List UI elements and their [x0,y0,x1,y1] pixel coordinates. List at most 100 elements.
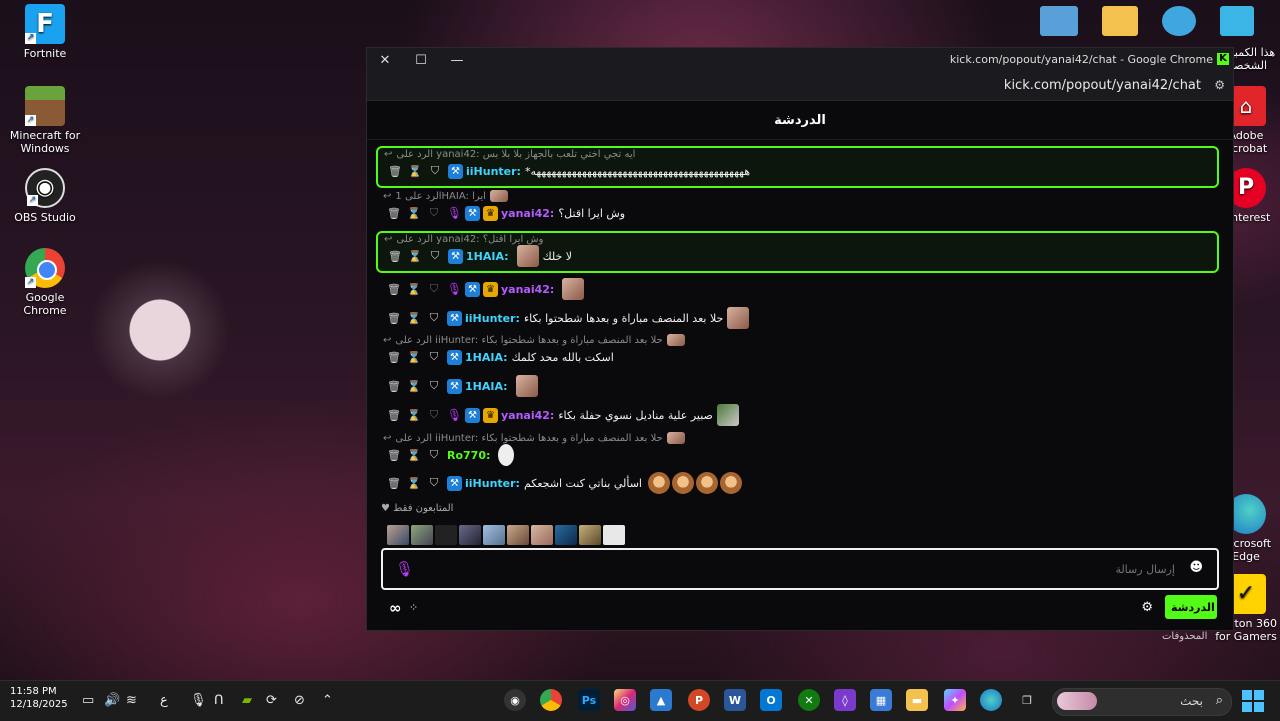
delete-icon[interactable]: 🗑 [387,409,401,422]
ban-icon[interactable]: ⛉ [427,311,441,325]
word-icon[interactable]: W [724,689,746,711]
timeout-icon[interactable]: ⌛ [407,449,421,462]
store-icon[interactable]: ▦ [870,689,892,711]
chat-messages[interactable]: ↩ الرد على yanai42: ايه تجي اختي تلعب بال… [367,140,1233,552]
ban-icon[interactable]: ⛉ [427,408,441,422]
delete-icon[interactable]: 🗑 [387,477,401,490]
desktop-icon-obs[interactable]: ◉ ↗ OBS Studio [5,168,85,224]
powerpoint-icon[interactable]: P [688,689,710,711]
timeout-icon[interactable]: ⌛ [407,207,421,220]
instagram-icon[interactable]: ◎ [614,689,636,711]
avatar[interactable] [411,525,433,545]
ban-icon[interactable]: ⛉ [427,282,441,296]
username[interactable]: iiHunter: [466,165,521,178]
avatar[interactable] [459,525,481,545]
edge-taskbar-icon[interactable] [980,689,1002,711]
delete-icon[interactable]: 🗑 [387,351,401,364]
avatar[interactable] [531,525,553,545]
reply-reference[interactable]: ↩ الرد على yanai42: ايه تجي اختي تلعب بال… [378,148,1217,162]
minimize-button[interactable]: — [439,48,475,72]
timeout-icon[interactable]: ⌛ [407,312,421,325]
username[interactable]: Ro770: [447,449,490,462]
photoshop-icon[interactable]: Ps [578,689,600,711]
chevron-up-icon[interactable]: ⌃ [322,693,333,708]
mic-icon[interactable]: 🎙 [395,560,414,578]
ban-icon[interactable]: ⛉ [428,249,442,263]
avatar[interactable] [435,525,457,545]
delete-icon[interactable]: 🗑 [387,449,401,462]
control-panel-icon[interactable] [1040,6,1078,36]
xbox-icon[interactable]: ✕ [798,689,820,711]
username[interactable]: 1HAIA: [466,250,509,263]
microphone-icon[interactable]: 🎙 [190,693,207,708]
network-icon[interactable] [1162,6,1196,36]
ban-icon[interactable]: ⛉ [427,476,441,490]
delete-icon[interactable]: 🗑 [387,312,401,325]
avatar[interactable] [579,525,601,545]
emoji-icon[interactable]: ☻ [1189,560,1203,575]
nvidia-icon[interactable]: ▰ [242,693,252,708]
clock[interactable]: 11:58 PM 12/18/2025 [10,685,68,711]
volume-icon[interactable]: 🔊 [104,693,120,708]
ban-icon[interactable]: ⛉ [427,206,441,220]
obs-taskbar-icon[interactable]: ◉ [504,689,526,711]
this-pc-icon[interactable] [1220,6,1254,36]
timeout-icon[interactable]: ⌛ [408,165,422,178]
chat-send-button[interactable]: الدردشة [1165,595,1217,619]
maximize-button[interactable]: ☐ [403,48,439,72]
photos-icon[interactable]: ▲ [650,689,672,711]
username[interactable]: yanai42: [501,283,554,296]
url-text[interactable]: kick.com/popout/yanai42/chat [1004,78,1201,93]
username[interactable]: 1HAIA: [465,351,508,364]
battery-icon[interactable]: ▭ [82,693,94,708]
username[interactable]: iiHunter: [465,477,520,490]
desktop-icon-chrome[interactable]: ↗ Google Chrome [5,248,85,317]
timeout-icon[interactable]: ⌛ [407,409,421,422]
infinity-icon[interactable]: ∞ [389,599,402,617]
wifi-icon[interactable]: ≋ [126,693,137,708]
outlook-icon[interactable]: O [760,689,782,711]
timeout-icon[interactable]: ⌛ [408,250,422,263]
file-explorer-icon[interactable]: ▬ [906,689,928,711]
avatar[interactable] [483,525,505,545]
avatar[interactable] [387,525,409,545]
copilot-icon[interactable]: ✦ [944,689,966,711]
timeout-icon[interactable]: ⌛ [407,351,421,364]
delete-icon[interactable]: 🗑 [387,207,401,220]
avatar[interactable] [555,525,577,545]
ban-icon[interactable]: ⛉ [427,379,441,393]
app-icon[interactable]: ◊ [834,689,856,711]
username[interactable]: iiHunter: [465,312,520,325]
ban-icon[interactable]: ⛉ [428,164,442,178]
desktop-icon-minecraft[interactable]: ↗ Minecraft for Windows [5,86,85,155]
language-indicator[interactable]: ع [160,693,168,708]
start-button[interactable] [1242,690,1264,712]
username[interactable]: 1HAIA: [465,380,508,393]
app-tray-icon[interactable]: ᑎ [214,693,224,708]
ban-icon[interactable]: ⛉ [427,448,441,462]
sync-icon[interactable]: ⟳ [266,693,277,708]
avatar[interactable] [507,525,529,545]
user-folder-icon[interactable] [1102,6,1138,36]
chrome-taskbar-icon[interactable] [540,689,562,711]
username[interactable]: yanai42: [501,207,554,220]
desktop-icon-fortnite[interactable]: F ↗ Fortnite [5,4,85,60]
task-view-icon[interactable]: ❐ [1016,689,1038,711]
ban-icon[interactable]: ⛉ [427,350,441,364]
delete-icon[interactable]: 🗑 [387,380,401,393]
delete-icon[interactable]: 🗑 [387,283,401,296]
timeout-icon[interactable]: ⌛ [407,477,421,490]
search-box[interactable]: بحث ⌕ [1052,688,1232,716]
timeout-icon[interactable]: ⌛ [407,283,421,296]
reply-reference[interactable]: ↩ الرد على yanai42: وش ايرا اقتل؟ [378,233,1217,247]
avatar[interactable] [603,525,625,545]
username[interactable]: yanai42: [501,409,554,422]
delete-icon[interactable]: 🗑 [388,250,402,263]
site-settings-icon[interactable]: ⚙ [1214,78,1225,92]
timeout-icon[interactable]: ⌛ [407,380,421,393]
reply-reference[interactable]: ↩ الرد على 1HAIA: ايرا [377,190,1217,204]
reply-reference[interactable]: ↩ الرد على iiHunter: حلا بعد المنصف مبارا… [377,334,1217,348]
settings-icon[interactable]: ⚙ [1141,600,1153,615]
chat-message-input[interactable] [423,558,1177,580]
meet-now-icon[interactable]: ⊘ [294,693,305,708]
